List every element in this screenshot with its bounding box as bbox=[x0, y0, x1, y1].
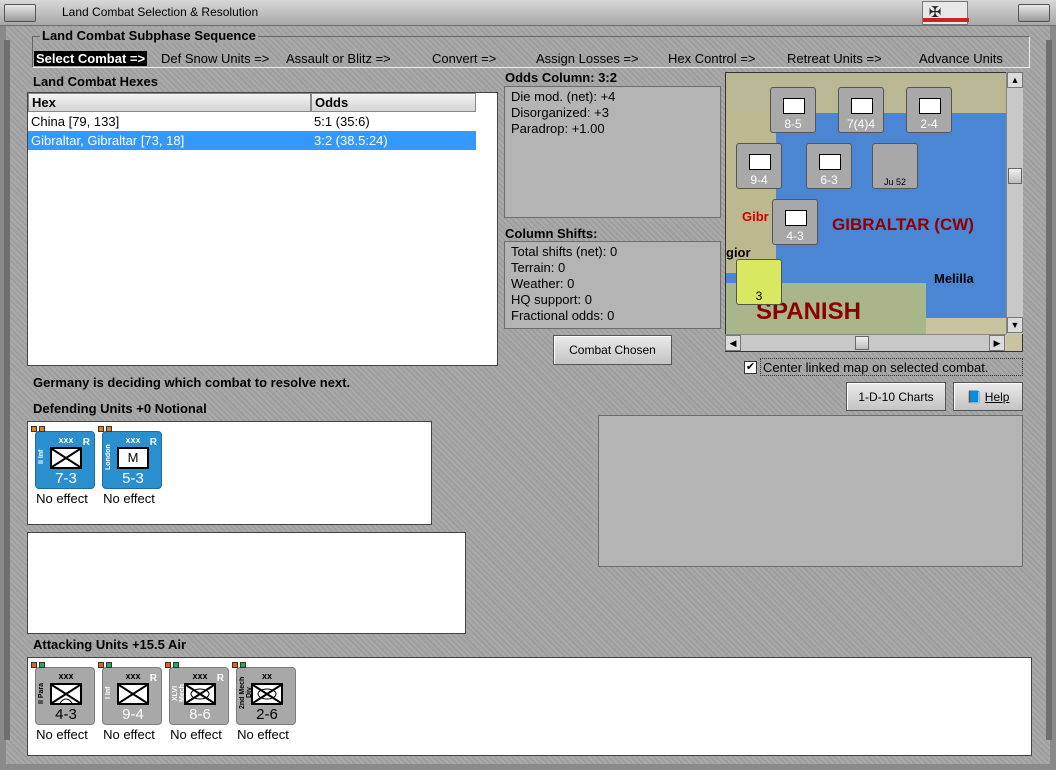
attacking-unit-effect: No effect bbox=[103, 727, 155, 742]
combat-chosen-button[interactable]: Combat Chosen bbox=[553, 335, 672, 365]
hex-row-gibraltar-odds[interactable]: 3:2 (38.5:24) bbox=[311, 131, 476, 150]
infantry-icon bbox=[50, 447, 82, 469]
left-frame-handle bbox=[4, 40, 10, 740]
help-button[interactable]: 📘 Help bbox=[953, 382, 1023, 411]
defending-unit[interactable]: xxx R London M 5-3 bbox=[98, 426, 162, 489]
attacking-title: Attacking Units +15.5 Air bbox=[33, 637, 187, 652]
step-assault-or-blitz: Assault or Blitz => bbox=[286, 51, 391, 66]
defending-unit-effect: No effect bbox=[103, 491, 155, 506]
mechanized-icon bbox=[251, 683, 283, 705]
hex-row-china-hex[interactable]: China [79, 133] bbox=[28, 112, 311, 131]
step-def-snow-units: Def Snow Units => bbox=[161, 51, 270, 66]
attacking-unit[interactable]: xxx R I Inf 9-4 bbox=[98, 662, 162, 725]
subphase-title: Land Combat Subphase Sequence bbox=[40, 28, 258, 43]
odds-disorganized: Disorganized: +3 bbox=[511, 105, 609, 120]
window-menu-button[interactable] bbox=[4, 4, 36, 22]
shift-terrain: Terrain: 0 bbox=[511, 260, 566, 275]
mechanized-icon bbox=[184, 683, 216, 705]
hexes-title: Land Combat Hexes bbox=[33, 74, 158, 89]
map-vertical-scrollbar[interactable]: ▲ ▼ bbox=[1006, 72, 1023, 334]
step-assign-losses: Assign Losses => bbox=[536, 51, 639, 66]
attacking-unit-effect: No effect bbox=[237, 727, 289, 742]
map-unit[interactable]: 9-4 bbox=[736, 143, 782, 189]
charts-button[interactable]: 1-D-10 Charts bbox=[846, 382, 946, 411]
shift-weather: Weather: 0 bbox=[511, 276, 575, 291]
hex-row-china-odds[interactable]: 5:1 (35:6) bbox=[311, 112, 476, 131]
hex-row-gibraltar-hex[interactable]: Gibraltar, Gibraltar [73, 18] bbox=[28, 131, 311, 150]
help-book-icon: 📘 bbox=[966, 390, 982, 404]
defending-unit-effect: No effect bbox=[36, 491, 88, 506]
shift-total: Total shifts (net): 0 bbox=[511, 244, 618, 259]
map-label-melilla: Melilla bbox=[934, 271, 974, 286]
defending-unit[interactable]: xxx R II Inf 7-3 bbox=[31, 426, 95, 489]
odds-panel: Die mod. (net): +4 Disorganized: +3 Para… bbox=[504, 86, 721, 218]
title-bar: Land Combat Selection & Resolution ✠ bbox=[0, 0, 1056, 26]
window-title: Land Combat Selection & Resolution bbox=[62, 5, 259, 19]
map-label-gior: gior bbox=[726, 245, 751, 260]
step-retreat-units: Retreat Units => bbox=[787, 51, 882, 66]
step-advance-units: Advance Units bbox=[919, 51, 1003, 66]
step-hex-control: Hex Control => bbox=[668, 51, 756, 66]
help-label: Help bbox=[984, 390, 1010, 404]
status-message: Germany is deciding which combat to reso… bbox=[33, 375, 351, 390]
odds-title: Odds Column: 3:2 bbox=[505, 70, 617, 85]
odds-die-mod: Die mod. (net): +4 bbox=[511, 89, 616, 104]
map-label-gibr: Gibr bbox=[742, 209, 769, 224]
paratrooper-icon bbox=[50, 683, 82, 705]
close-button[interactable] bbox=[1018, 4, 1050, 22]
attacking-unit[interactable]: xx 2nd Mech Div 2-6 bbox=[232, 662, 296, 725]
attacking-unit-effect: No effect bbox=[36, 727, 88, 742]
shift-fractional: Fractional odds: 0 bbox=[511, 308, 615, 323]
center-linked-label[interactable]: Center linked map on selected combat. bbox=[760, 358, 1023, 376]
map-unit-air[interactable]: Ju 52 bbox=[872, 143, 918, 189]
map-unit[interactable]: 7(4)4 bbox=[838, 87, 884, 133]
step-convert: Convert => bbox=[432, 51, 497, 66]
map-unit[interactable]: 6-3 bbox=[806, 143, 852, 189]
defending-title: Defending Units +0 Notional bbox=[33, 401, 207, 416]
shift-hq-support: HQ support: 0 bbox=[511, 292, 592, 307]
column-header-odds[interactable]: Odds bbox=[311, 93, 476, 112]
map-unit[interactable]: 8-5 bbox=[770, 87, 816, 133]
combat-log-panel bbox=[27, 532, 466, 634]
attacking-unit[interactable]: xxx R XLVI Mech 8-6 bbox=[165, 662, 229, 725]
map-horizontal-scrollbar[interactable]: ◀ ▶ bbox=[725, 334, 1006, 351]
map-unit-selected[interactable]: 4-3 bbox=[772, 199, 818, 245]
step-select-combat: Select Combat => bbox=[34, 51, 148, 66]
german-flag-icon: ✠ bbox=[922, 1, 969, 25]
column-header-hex[interactable]: Hex bbox=[28, 93, 311, 112]
linked-map[interactable]: GIBRALTAR (CW) Melilla SPANISH Gibr gior… bbox=[725, 72, 1023, 352]
map-unit[interactable]: 2-4 bbox=[906, 87, 952, 133]
map-unit[interactable]: 3 bbox=[736, 259, 782, 305]
infantry-icon bbox=[117, 683, 149, 705]
attacking-unit-effect: No effect bbox=[170, 727, 222, 742]
shifts-title: Column Shifts: bbox=[505, 226, 598, 241]
shifts-panel: Total shifts (net): 0 Terrain: 0 Weather… bbox=[504, 241, 721, 329]
center-linked-checkbox[interactable]: ✔ bbox=[744, 361, 757, 374]
militia-icon: M bbox=[117, 447, 149, 469]
right-frame-handle bbox=[1046, 40, 1052, 740]
map-label-gibraltar: GIBRALTAR (CW) bbox=[832, 215, 974, 234]
odds-paradrop: Paradrop: +1.00 bbox=[511, 121, 605, 136]
attacking-unit[interactable]: xxx II Para 4-3 bbox=[31, 662, 95, 725]
results-panel bbox=[598, 415, 1023, 567]
